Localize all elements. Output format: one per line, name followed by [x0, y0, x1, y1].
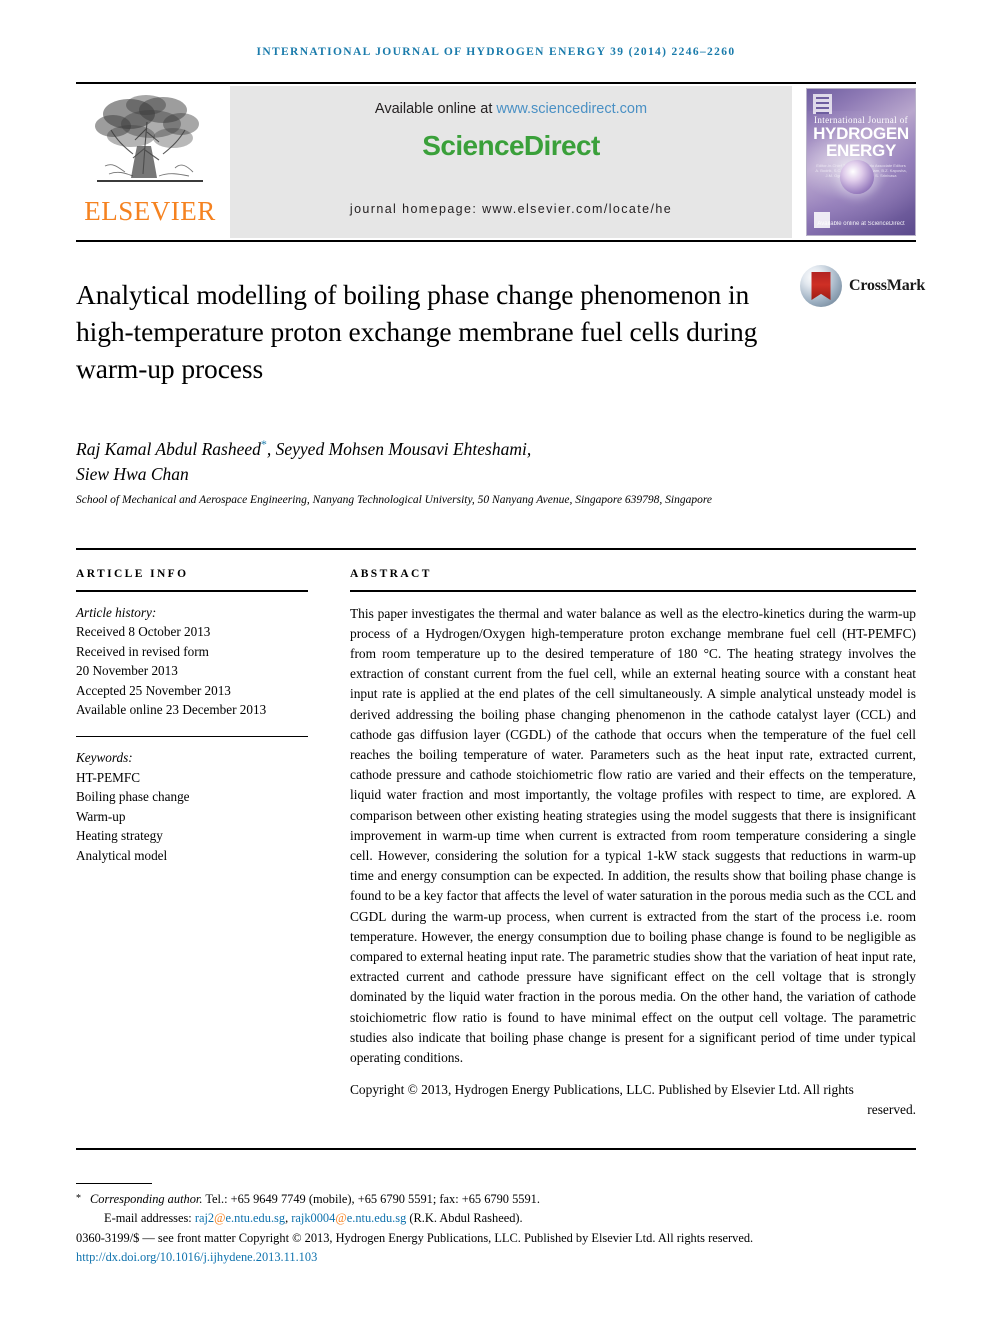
history-item: Received 8 October 2013	[76, 624, 211, 639]
elsevier-tree-icon	[95, 95, 203, 182]
keyword-item: Warm-up	[76, 808, 126, 824]
crossmark-icon	[800, 265, 842, 307]
available-online-prefix: Available online at	[374, 101, 497, 117]
cover-orb	[839, 159, 874, 194]
footnote-separator	[76, 1183, 152, 1184]
doi-link[interactable]: http://dx.doi.org/10.1016/j.ijhydene.201…	[76, 1248, 916, 1267]
sciencedirect-url-link[interactable]: www.sciencedirect.com	[496, 101, 647, 117]
abstract-bottom-rule	[76, 1148, 916, 1150]
article-info-rule	[76, 590, 308, 592]
affiliation: School of Mechanical and Aerospace Engin…	[76, 494, 713, 506]
sciencedirect-banner: Available online at www.sciencedirect.co…	[230, 86, 792, 238]
cover-title-line2: ENERGY	[826, 141, 896, 160]
crossmark-label: CrossMark	[849, 277, 926, 294]
keyword-item: Heating strategy	[76, 828, 163, 843]
email2-user: rajk0004	[291, 1210, 336, 1225]
keyword-item: HT-PEMFC	[76, 769, 141, 785]
article-info-column: ARTICLE INFO Article history: Received 8…	[76, 568, 308, 1121]
cover-footer-text: Available online at ScienceDirect	[817, 221, 905, 227]
cover-title-line1: HYDROGEN	[813, 124, 909, 143]
corresponding-author-contact: Tel.: +65 9649 7749 (mobile), +65 6790 5…	[202, 1192, 540, 1206]
masthead-top-rule	[76, 82, 916, 84]
keywords-block: Keywords: HT-PEMFC Boiling phase change …	[76, 748, 308, 865]
email1-user: raj2	[194, 1210, 215, 1225]
sciencedirect-logo[interactable]: ScienceDirect	[422, 130, 600, 162]
article-info-heading: ARTICLE INFO	[76, 568, 189, 580]
article-history-block: Article history: Received 8 October 2013…	[76, 603, 308, 720]
corresponding-author-note: * Corresponding author. Tel.: +65 9649 7…	[76, 1190, 916, 1209]
history-item: Accepted 25 November 2013	[76, 682, 231, 698]
email2-domain: e.ntu.edu.sg	[346, 1210, 407, 1225]
email-attribution: (R.K. Abdul Rasheed).	[406, 1210, 523, 1225]
journal-first-page: International Journal of Hydrogen Energy…	[0, 0, 992, 1323]
abstract-text: This paper investigates the thermal and …	[350, 605, 916, 1065]
page-title: Analytical modelling of boiling phase ch…	[76, 279, 758, 385]
keywords-label: Keywords:	[76, 750, 133, 765]
masthead: ELSEVIER Available online at www.science…	[76, 86, 916, 238]
crossmark-ribbon-icon	[811, 272, 831, 300]
footnote-star-marker: *	[76, 1193, 81, 1204]
journal-cover-block: International Journal of HYDROGEN ENERGY…	[798, 86, 916, 238]
abstract-rule	[350, 590, 916, 592]
abstract-copyright-cont: reserved.	[867, 1102, 916, 1118]
footnotes: * Corresponding author. Tel.: +65 9649 7…	[76, 1190, 916, 1266]
available-online-text: Available online at www.sciencedirect.co…	[375, 101, 647, 117]
email-line: E-mail addresses: raj2@e.ntu.edu.sg, raj…	[76, 1211, 523, 1225]
journal-homepage-text[interactable]: journal homepage: www.elsevier.com/locat…	[350, 202, 672, 216]
history-item: Received in revised form	[76, 643, 209, 659]
email-label: E-mail addresses:	[104, 1210, 195, 1225]
email-note: E-mail addresses: raj2@e.ntu.edu.sg, raj…	[76, 1209, 916, 1228]
email-link-1[interactable]: raj2@e.ntu.edu.sg	[195, 1211, 285, 1225]
abstract-copyright: Copyright © 2013, Hydrogen Energy Public…	[350, 1082, 854, 1098]
author-line-1: Raj Kamal Abdul Rasheed	[76, 438, 261, 459]
keyword-item: Analytical model	[76, 847, 168, 863]
cover-title-main: HYDROGEN ENERGY	[807, 125, 915, 159]
header-bottom-rule	[76, 548, 916, 550]
corresponding-author-label: Corresponding author.	[90, 1192, 203, 1206]
imprint-line: 0360-3199/$ — see front matter Copyright…	[76, 1231, 754, 1245]
masthead-bottom-rule	[76, 240, 916, 242]
running-head: International Journal of Hydrogen Energy…	[256, 46, 736, 58]
crossmark-badge[interactable]: CrossMark	[800, 265, 925, 307]
author-line-2: Siew Hwa Chan	[76, 463, 189, 484]
email1-at-icon: @	[214, 1210, 226, 1225]
abstract-column: ABSTRACT This paper investigates the the…	[350, 568, 916, 1121]
journal-cover-image[interactable]: International Journal of HYDROGEN ENERGY…	[806, 88, 916, 236]
cover-elsevier-mark-icon	[813, 94, 832, 114]
author-line-1-rest: , Seyyed Mohsen Mousavi Ehteshami,	[266, 438, 532, 459]
history-item: Available online 23 December 2013	[76, 702, 267, 717]
elsevier-logo[interactable]: ELSEVIER	[76, 86, 224, 238]
author-list: Raj Kamal Abdul Rasheed*, Seyyed Mohsen …	[76, 432, 796, 487]
abstract-heading: ABSTRACT	[350, 568, 432, 580]
keywords-rule	[76, 735, 308, 737]
info-abstract-columns: ARTICLE INFO Article history: Received 8…	[76, 568, 916, 1121]
history-item: 20 November 2013	[76, 663, 178, 678]
elsevier-wordmark: ELSEVIER	[84, 196, 216, 226]
email1-domain: e.ntu.edu.sg	[225, 1210, 286, 1225]
article-history-label: Article history:	[76, 604, 157, 620]
corresponding-author-line: Corresponding author. Tel.: +65 9649 774…	[76, 1192, 540, 1206]
email2-at-icon: @	[335, 1210, 347, 1225]
keyword-item: Boiling phase change	[76, 789, 190, 804]
email-link-2[interactable]: rajk0004@e.ntu.edu.sg	[291, 1211, 406, 1225]
